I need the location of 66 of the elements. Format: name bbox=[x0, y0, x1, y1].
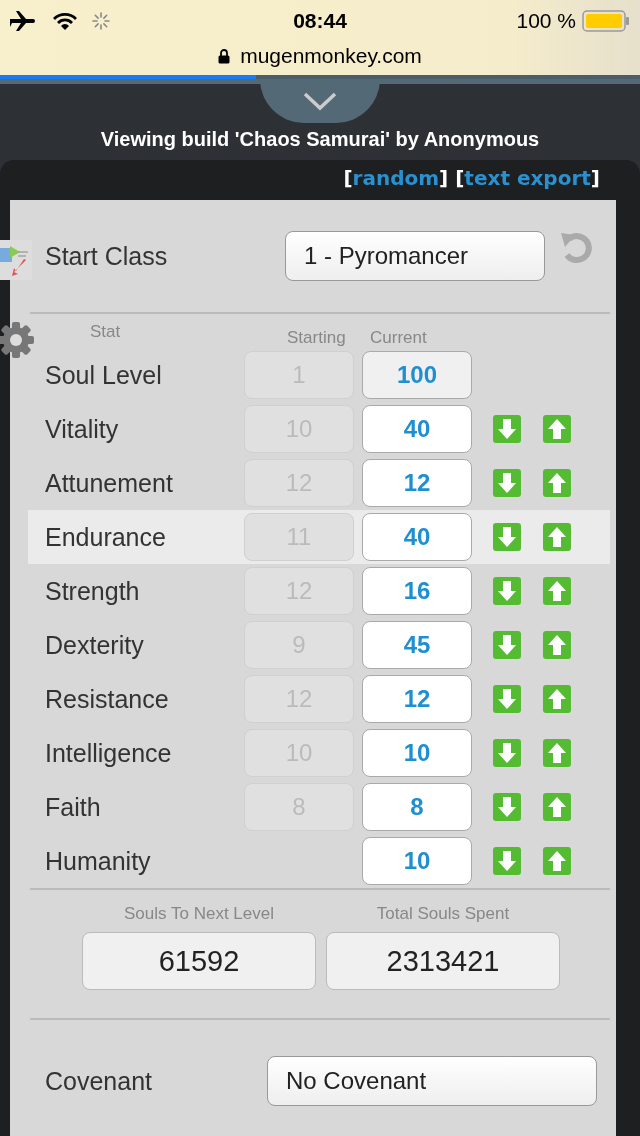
current-value-field[interactable]: 40 bbox=[362, 405, 472, 453]
decrease-button[interactable] bbox=[492, 792, 522, 822]
souls-label: Souls To Next Level bbox=[124, 904, 274, 924]
lock-icon bbox=[218, 48, 231, 64]
bracket: ] bbox=[590, 166, 600, 190]
battery-percent: 100 % bbox=[516, 9, 576, 33]
stat-name: Faith bbox=[44, 792, 102, 822]
current-value-field[interactable]: 12 bbox=[362, 675, 472, 723]
souls-value: 61592 bbox=[82, 932, 316, 990]
chevron-down-icon bbox=[302, 91, 338, 111]
stat-name: Strength bbox=[44, 576, 141, 606]
current-value-field[interactable]: 12 bbox=[362, 459, 472, 507]
increase-button[interactable] bbox=[542, 468, 572, 498]
current-value-field[interactable]: 10 bbox=[362, 837, 472, 885]
stat-name: Soul Level bbox=[44, 360, 163, 390]
decrease-button[interactable] bbox=[492, 630, 522, 660]
loading-icon bbox=[92, 12, 110, 30]
stat-name: Intelligence bbox=[44, 738, 173, 768]
current-value-field[interactable]: 45 bbox=[362, 621, 472, 669]
battery-icon bbox=[582, 10, 630, 32]
column-header: Starting bbox=[286, 328, 347, 348]
decrease-button[interactable] bbox=[492, 738, 522, 768]
bracket: [ bbox=[343, 166, 353, 190]
decrease-button[interactable] bbox=[492, 522, 522, 552]
decrease-button[interactable] bbox=[492, 414, 522, 444]
stat-name: Humanity bbox=[44, 846, 152, 876]
column-header: Stat bbox=[89, 322, 122, 342]
covenant-select[interactable]: No Covenant bbox=[267, 1056, 597, 1106]
current-value-field[interactable]: 16 bbox=[362, 567, 472, 615]
covenant-label: Covenant bbox=[44, 1066, 154, 1096]
current-value-field[interactable]: 40 bbox=[362, 513, 472, 561]
url-text: mugenmonkey.com bbox=[240, 44, 422, 68]
souls-label: Total Souls Spent bbox=[376, 904, 510, 924]
bracket: [ bbox=[455, 166, 465, 190]
build-title: Viewing build 'Chaos Samurai' by Anonymous bbox=[99, 128, 541, 152]
increase-button[interactable] bbox=[542, 792, 572, 822]
increase-button[interactable] bbox=[542, 414, 572, 444]
stat-name: Dexterity bbox=[44, 630, 145, 660]
current-value-field[interactable]: 8 bbox=[362, 783, 472, 831]
decrease-button[interactable] bbox=[492, 684, 522, 714]
column-header: Current bbox=[370, 328, 427, 348]
link[interactable]: text export bbox=[464, 166, 591, 190]
stat-row[interactable]: Humanity 10 bbox=[28, 834, 610, 888]
decrease-button[interactable] bbox=[492, 576, 522, 606]
bracket: ] bbox=[439, 166, 449, 190]
souls-value: 2313421 bbox=[326, 932, 560, 990]
stat-name: Attunement bbox=[44, 468, 174, 498]
increase-button[interactable] bbox=[542, 846, 572, 876]
address-bar[interactable]: mugenmonkey.com bbox=[0, 42, 640, 70]
increase-button[interactable] bbox=[542, 684, 572, 714]
wifi-icon bbox=[52, 11, 78, 31]
stat-name: Endurance bbox=[44, 522, 167, 552]
increase-button[interactable] bbox=[542, 738, 572, 768]
current-value-field[interactable]: 10 bbox=[362, 729, 472, 777]
stat-name: Resistance bbox=[44, 684, 170, 714]
decrease-button[interactable] bbox=[492, 468, 522, 498]
start-class-select[interactable]: 1 - Pyromancer bbox=[285, 231, 545, 281]
increase-button[interactable] bbox=[542, 630, 572, 660]
decrease-button[interactable] bbox=[492, 846, 522, 876]
increase-button[interactable] bbox=[542, 576, 572, 606]
start-class-label: Start Class bbox=[44, 241, 169, 271]
clock-time: 08:44 bbox=[293, 9, 347, 33]
link[interactable]: random bbox=[352, 166, 440, 190]
increase-button[interactable] bbox=[542, 522, 572, 552]
airplane-icon bbox=[10, 11, 38, 31]
stat-name: Vitality bbox=[44, 414, 120, 444]
